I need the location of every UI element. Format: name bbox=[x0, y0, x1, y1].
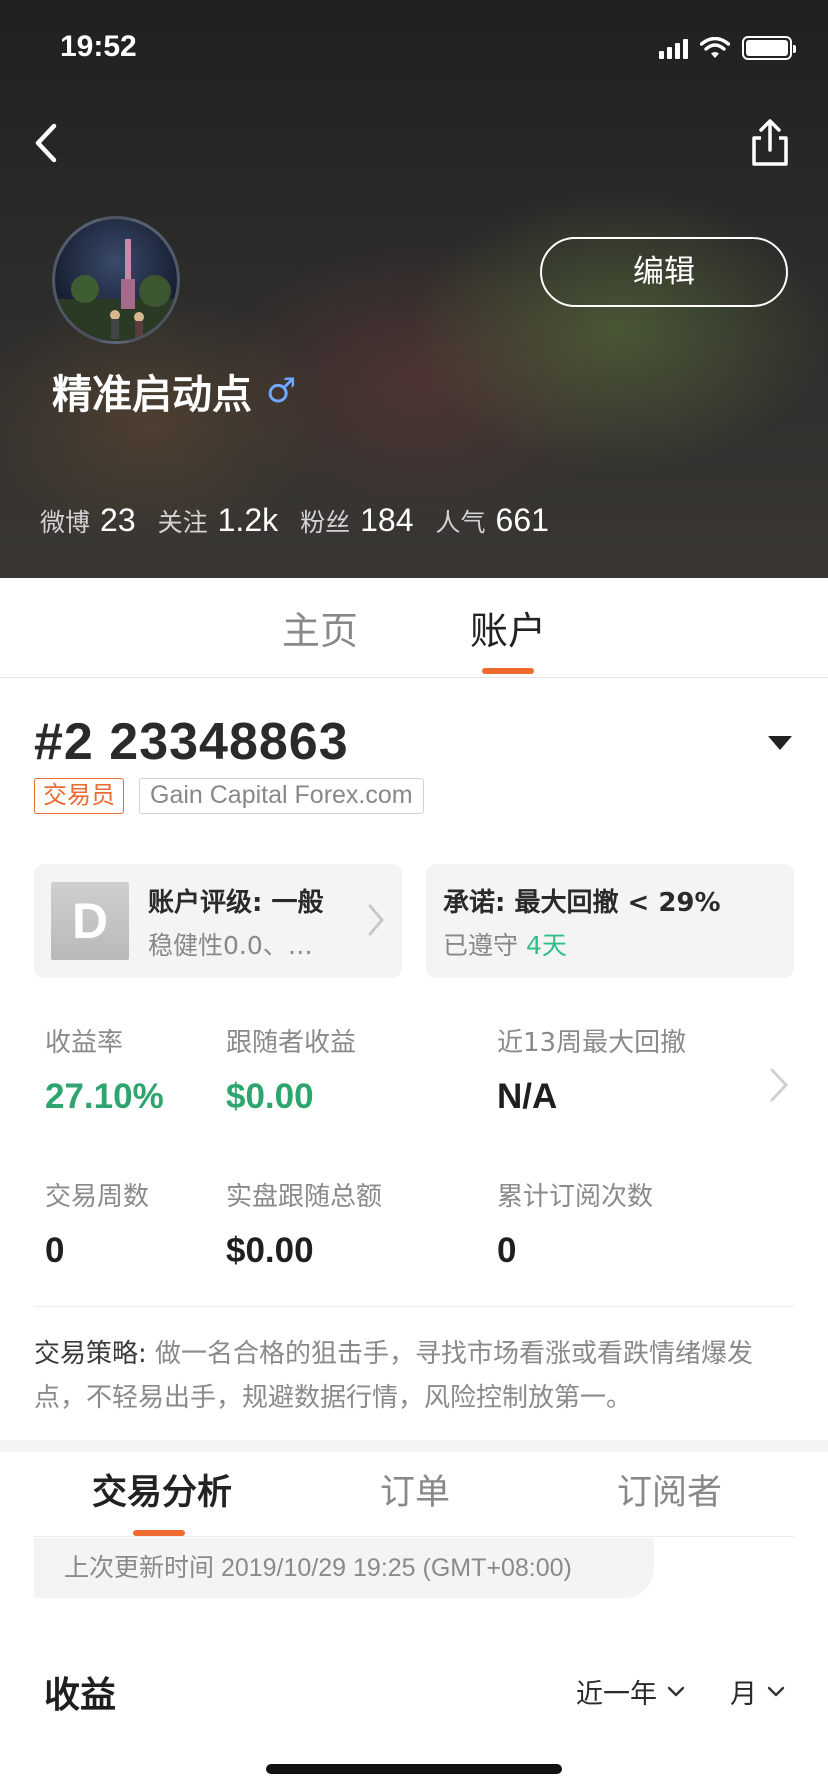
rating-grade: D bbox=[51, 882, 129, 960]
tab-subscribers[interactable]: 订阅者 bbox=[617, 1464, 722, 1515]
tab-orders[interactable]: 订单 bbox=[380, 1464, 450, 1515]
broker-tag: Gain Capital Forex.com bbox=[139, 778, 424, 814]
promise-days: 4天 bbox=[525, 931, 567, 960]
main-tab-bar: 主页 账户 bbox=[0, 578, 828, 678]
avatar[interactable] bbox=[52, 216, 180, 344]
divider bbox=[34, 1306, 794, 1307]
account-number: #2 23348863 bbox=[34, 713, 349, 771]
income-section-title: 收益 bbox=[44, 1675, 117, 1716]
metric-return-rate: 收益率 27.10% bbox=[45, 1028, 164, 1116]
section-separator bbox=[0, 1440, 828, 1452]
profile-header: 19:52 编辑 精准启动点 ♂ 微博 23 关注 1.2k 粉丝 184 人气… bbox=[0, 0, 828, 578]
trader-tag: 交易员 bbox=[34, 778, 124, 814]
status-time: 19:52 bbox=[60, 30, 137, 63]
male-gender-icon: ♂ bbox=[266, 371, 297, 411]
metric-live-follow-total: 实盘跟随总额 $0.00 bbox=[226, 1182, 383, 1270]
avatar-photo bbox=[55, 239, 177, 341]
granularity-filter[interactable]: 月 bbox=[730, 1672, 785, 1711]
sub-tab-divider bbox=[34, 1536, 794, 1537]
tab-home[interactable]: 主页 bbox=[282, 600, 358, 655]
chevron-right-icon bbox=[368, 904, 384, 936]
rating-subtitle: 稳健性0.0、… bbox=[148, 931, 313, 960]
period-filter[interactable]: 近一年 bbox=[576, 1672, 685, 1711]
status-icons bbox=[659, 36, 796, 60]
wifi-icon bbox=[700, 37, 730, 58]
chevron-down-icon bbox=[667, 1686, 685, 1696]
account-rating-card[interactable]: D 账户评级: 一般 稳健性0.0、… bbox=[34, 864, 402, 978]
trading-strategy: 交易策略: 做一名合格的狙击手，寻找市场看涨或看跌情绪爆发点，不轻易出手，规避数… bbox=[34, 1332, 794, 1420]
username-text: 精准启动点 bbox=[52, 372, 252, 418]
account-dropdown-icon[interactable] bbox=[766, 728, 794, 756]
tab-trade-analysis[interactable]: 交易分析 bbox=[92, 1464, 232, 1515]
stat-followers[interactable]: 粉丝 184 bbox=[300, 502, 413, 539]
edit-profile-button[interactable]: 编辑 bbox=[540, 237, 788, 307]
stat-popularity: 人气 661 bbox=[435, 502, 549, 538]
metric-follower-profit: 跟随者收益 $0.00 bbox=[226, 1028, 357, 1116]
metrics-chevron-right-icon[interactable] bbox=[768, 1066, 790, 1104]
back-icon[interactable] bbox=[28, 118, 68, 168]
username: 精准启动点 ♂ bbox=[52, 362, 296, 420]
metric-trading-weeks: 交易周数 0 bbox=[45, 1182, 150, 1270]
battery-icon bbox=[742, 36, 796, 60]
last-update-time: 上次更新时间 2019/10/29 19:25 (GMT+08:00) bbox=[34, 1538, 654, 1598]
stat-following[interactable]: 关注 1.2k bbox=[158, 502, 279, 539]
strategy-label: 交易策略: bbox=[34, 1339, 147, 1369]
metric-max-drawdown: 近13周最大回撤 N/A bbox=[497, 1028, 687, 1116]
cellular-signal-icon bbox=[659, 37, 688, 59]
rating-title: 账户评级: 一般 bbox=[148, 888, 324, 918]
promise-title: 承诺: 最大回撤 < 29% bbox=[443, 888, 721, 918]
profile-stats: 微博 23 关注 1.2k 粉丝 184 人气 661 bbox=[40, 502, 571, 539]
metric-subscription-count: 累计订阅次数 0 bbox=[497, 1182, 654, 1270]
chevron-down-icon bbox=[767, 1686, 785, 1696]
tab-account[interactable]: 账户 bbox=[470, 600, 546, 655]
promise-card: 承诺: 最大回撤 < 29% 已遵守 4天 bbox=[426, 864, 794, 978]
home-indicator[interactable] bbox=[266, 1764, 562, 1774]
tab-indicator bbox=[482, 668, 534, 674]
share-icon[interactable] bbox=[748, 118, 792, 168]
stat-weibo[interactable]: 微博 23 bbox=[40, 502, 136, 539]
promise-status: 已遵守 4天 bbox=[443, 931, 567, 960]
